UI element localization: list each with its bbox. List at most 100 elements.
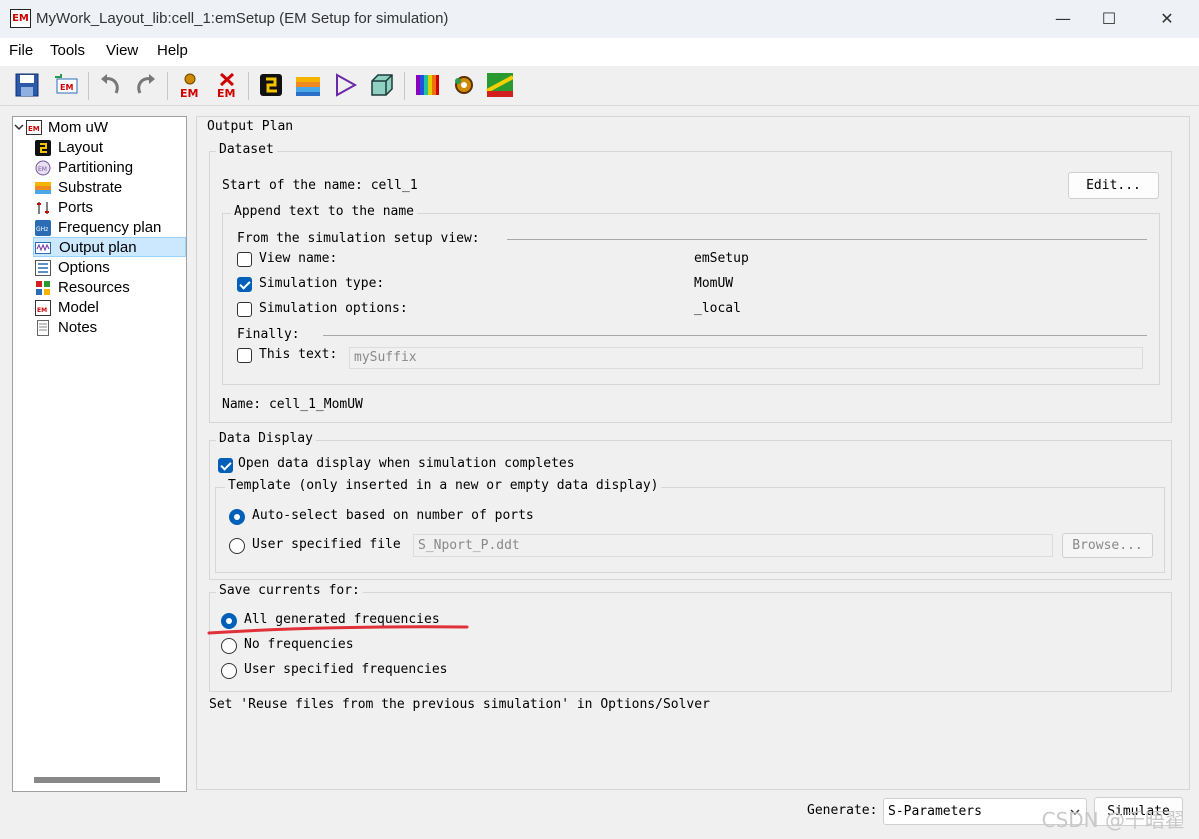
redo-icon[interactable] [132,71,160,99]
menu-help[interactable]: Help [157,42,188,59]
dataset-legend: Dataset [216,142,277,157]
menu-view[interactable]: View [106,42,138,59]
finally-label: Finally: [237,327,300,342]
svg-text:EM: EM [60,83,73,92]
tree-item-label: Frequency plan [58,219,162,236]
edit-button[interactable]: Edit... [1068,172,1159,199]
svg-text:EM: EM [28,125,40,133]
user-frequencies-radio[interactable] [221,663,237,679]
em-import-icon[interactable]: EM [52,71,80,99]
tree-item-ports[interactable]: Ports [35,198,185,217]
undo-icon[interactable] [96,71,124,99]
tree-item-label: Partitioning [58,159,134,176]
tree-item-partitioning[interactable]: EM Partitioning [35,158,185,177]
save-icon[interactable] [13,71,41,99]
ports-icon [37,202,49,214]
suffix-input[interactable]: mySuffix [349,347,1143,369]
generate-label: Generate: [807,803,878,818]
open-data-display-label: Open data display when simulation comple… [238,456,575,471]
chevron-down-icon[interactable] [14,122,24,132]
mesh-icon[interactable] [485,71,513,99]
tree-item-label: Ports [58,199,94,216]
save-currents-legend: Save currents for: [216,583,363,598]
user-file-radio[interactable] [229,538,245,554]
view-name-checkbox[interactable] [237,252,252,267]
tree-item-substrate[interactable]: Substrate [35,178,185,197]
svg-text:EM: EM [217,87,235,99]
tree-root-mom-uw[interactable]: EM Mom uW [13,118,183,137]
box-3d-icon[interactable] [368,71,396,99]
substrate-icon[interactable] [294,71,322,99]
tree-item-model[interactable]: EM Model [35,298,185,317]
simulation-type-checkbox[interactable] [237,277,252,292]
no-frequencies-radio[interactable] [221,638,237,654]
tree-item-output-plan[interactable]: Output plan [33,237,186,257]
port-icon[interactable] [332,71,360,99]
user-file-label: User specified file [252,537,401,552]
notes-icon [37,320,49,336]
toolbar-separator [88,72,89,100]
tree-item-label: Substrate [58,179,123,196]
reuse-files-note: Set 'Reuse files from the previous simul… [209,697,710,712]
this-text-label: This text: [259,347,338,362]
toolbar-separator [404,72,405,100]
substrate-icon [35,182,51,194]
simulation-type-value: MomUW [694,276,734,291]
tree-item-layout[interactable]: Layout [35,138,185,157]
save-currents-group: Save currents for: All generated frequen… [209,583,1172,692]
output-plan-panel: Output Plan Dataset Start of the name: c… [196,116,1190,790]
output-plan-title: Output Plan [207,119,294,134]
toolbar-separator [167,72,168,100]
tree-item-notes[interactable]: Notes [35,318,185,337]
menu-tools[interactable]: Tools [50,42,85,59]
browse-button[interactable]: Browse... [1062,533,1153,558]
simulation-options-label: Simulation options: [259,301,408,316]
tree-item-label: Output plan [59,239,137,256]
view-name-label: View name: [259,251,338,266]
svg-text:EM: EM [37,307,47,314]
annotation-underline [207,625,469,635]
tree-item-options[interactable]: Options [35,258,185,277]
view-name-value: emSetup [694,251,749,266]
menu-file[interactable]: File [9,42,33,59]
tree-item-frequency-plan[interactable]: GHz Frequency plan [35,218,185,237]
tree-item-label: Notes [58,319,98,336]
tree-horizontal-scrollbar[interactable] [34,777,160,783]
em-stop-icon[interactable]: EM [213,71,241,99]
em-simulate-icon[interactable]: EM [176,71,204,99]
output-icon [35,242,51,254]
generate-select-value: S-Parameters [888,804,982,819]
title-bar: EM MyWork_Layout_lib:cell_1:emSetup (EM … [0,0,1199,38]
setup-tree: EM Mom uW Layout EM Partitioning Substra… [12,116,187,792]
spectrum-icon[interactable] [413,71,441,99]
tree-item-label: Layout [58,139,104,156]
data-display-legend: Data Display [216,431,316,446]
template-group: Template (only inserted in a new or empt… [215,478,1165,573]
settings-icon[interactable] [450,71,478,99]
template-file-input[interactable]: S_Nport_P.ddt [413,534,1053,557]
append-text-group: Append text to the name From the simulat… [222,204,1160,385]
separator-line [507,239,1147,240]
simulation-type-label: Simulation type: [259,276,385,291]
frequency-icon: GHz [35,220,51,236]
resources-icon [36,281,50,295]
simulation-options-checkbox[interactable] [237,302,252,317]
model-icon: EM [35,300,51,316]
from-setup-label: From the simulation setup view: [237,231,480,246]
app-icon: EM [10,9,31,28]
open-data-display-checkbox[interactable] [218,458,233,473]
close-button[interactable]: ✕ [1144,0,1190,38]
tree-item-resources[interactable]: Resources [35,278,185,297]
layout-icon[interactable] [257,71,285,99]
auto-select-radio[interactable] [229,509,245,525]
maximize-button[interactable]: ☐ [1086,0,1132,38]
window-title: MyWork_Layout_lib:cell_1:emSetup (EM Set… [36,10,449,27]
toolbar-separator [248,72,249,100]
user-frequencies-label: User specified frequencies [244,662,448,677]
this-text-checkbox[interactable] [237,348,252,363]
em-icon: EM [26,120,42,135]
svg-text:EM: EM [180,87,198,99]
dataset-name-label: Name: cell_1_MomUW [222,397,363,412]
svg-text:EM: EM [38,166,47,173]
minimize-button[interactable]: — [1040,0,1086,38]
